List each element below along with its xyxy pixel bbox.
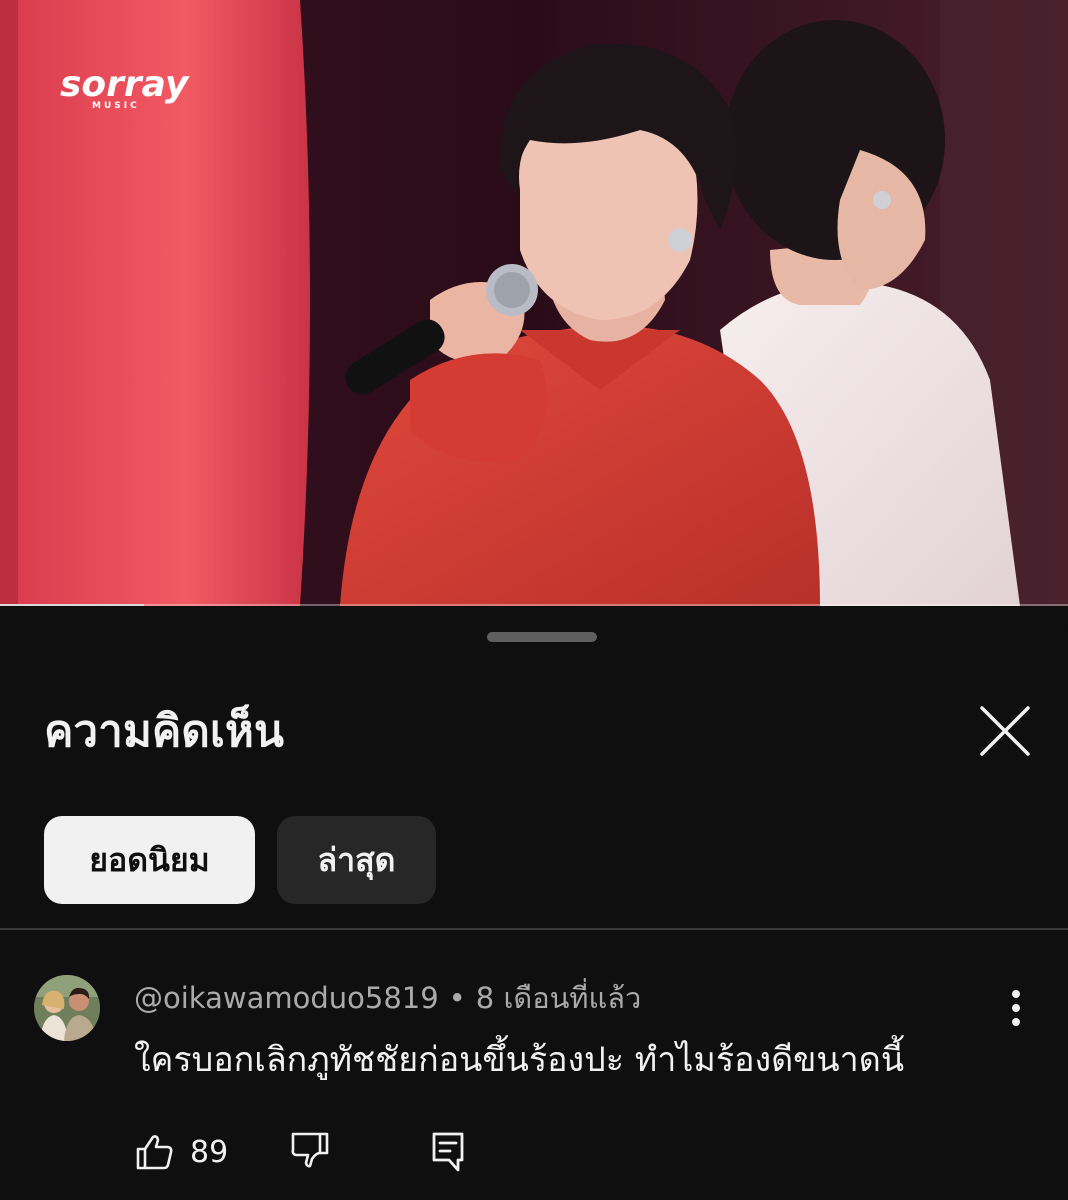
avatar-image [34, 975, 100, 1041]
sheet-title: ความคิดเห็น [44, 706, 284, 757]
video-frame: sorray MUSIC [0, 0, 1068, 606]
thumbs-down-icon [291, 1132, 329, 1168]
like-button[interactable]: 89 [134, 1130, 228, 1174]
close-button[interactable] [976, 702, 1034, 760]
sort-chip-newest[interactable]: ล่าสุด [277, 816, 436, 904]
comment-meta: @oikawamoduo5819 • 8 เดือนที่แล้ว [134, 978, 641, 1018]
sort-chip-top[interactable]: ยอดนิยม [44, 816, 255, 904]
video-progress-bar[interactable] [0, 604, 1068, 606]
more-vertical-icon [1012, 990, 1020, 1026]
meta-separator: • [448, 981, 466, 1015]
comments-sheet: ความคิดเห็น ยอดนิยม ล่าสุด @oikawamoduo5… [0, 610, 1068, 1200]
comment-author[interactable]: @oikawamoduo5819 [134, 981, 439, 1015]
reply-button[interactable] [428, 1130, 472, 1178]
avatar[interactable] [34, 975, 100, 1041]
like-count: 89 [190, 1134, 229, 1170]
channel-logo-subtext: MUSIC [92, 101, 140, 111]
close-icon [980, 706, 1030, 756]
comment-text: ใครบอกเลิกภูทัชชัยก่อนขึ้นร้องปะ ทำไมร้อ… [134, 1040, 905, 1080]
sheet-drag-handle[interactable] [487, 632, 597, 642]
video-progress-fill [0, 604, 145, 606]
dislike-button[interactable] [290, 1130, 334, 1174]
screen: sorray MUSIC ความคิดเห็น ยอดนิยม ล่าสุด [0, 0, 1068, 1200]
reply-icon [432, 1132, 464, 1172]
channel-logo: sorray [60, 64, 190, 105]
comment-time: 8 เดือนที่แล้ว [475, 981, 642, 1015]
comment-more-button[interactable] [1000, 988, 1032, 1028]
video-player[interactable]: sorray MUSIC [0, 0, 1068, 606]
thumbs-up-icon [136, 1135, 173, 1170]
divider [0, 928, 1068, 930]
